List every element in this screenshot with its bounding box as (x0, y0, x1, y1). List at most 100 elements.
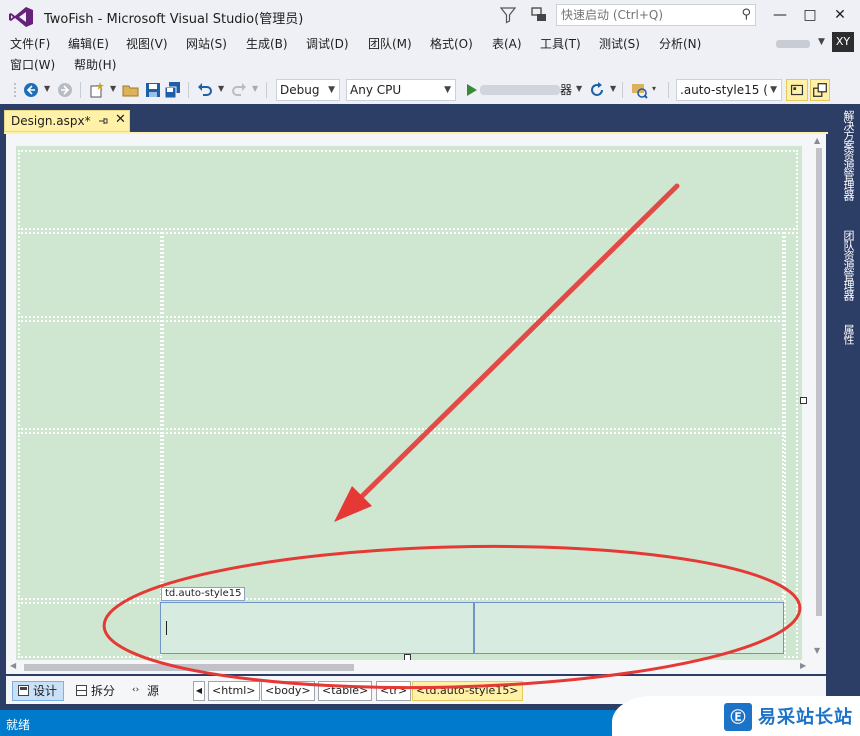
tab-design-aspx[interactable]: Design.aspx* ✕ (4, 110, 130, 132)
browser-link-icon[interactable] (630, 81, 648, 99)
back-dropdown-chevron-icon[interactable]: ▼ (44, 84, 50, 93)
scroll-up-arrow-icon[interactable]: ▲ (814, 136, 820, 145)
show-overlay-icon[interactable] (786, 79, 808, 101)
watermark-text: 易采站长站 (758, 707, 853, 728)
menu-file[interactable]: 文件(F) (10, 35, 50, 52)
vertical-scroll-thumb[interactable] (816, 148, 822, 616)
toolbar-separator (80, 82, 81, 98)
target-rule-select[interactable]: .auto-style15 (  ▼ (676, 79, 782, 101)
toolbar-separator (266, 82, 267, 98)
breadcrumb-item-table[interactable]: <table> (318, 681, 373, 701)
table-cell[interactable] (162, 432, 784, 600)
new-dropdown-chevron-icon[interactable]: ▼ (110, 84, 116, 93)
menu-build[interactable]: 生成(B) (246, 35, 288, 52)
new-project-icon[interactable] (88, 81, 106, 99)
menu-team[interactable]: 团队(M) (368, 35, 412, 52)
solution-configuration-select[interactable]: Debug ▼ (276, 79, 340, 101)
design-view-button[interactable]: 设计 (12, 681, 65, 701)
selected-cell-tag: td.auto-style15 (161, 587, 246, 601)
tab-team-explorer[interactable]: 团队资源管理器 (836, 230, 856, 300)
toolbar-separator (622, 82, 623, 98)
source-view-button[interactable]: ‹› 源 (126, 681, 166, 701)
table-cell[interactable] (18, 602, 162, 658)
breadcrumb-item-td-current[interactable]: <td.auto-style15> (412, 681, 523, 701)
table-cell[interactable] (18, 232, 162, 318)
scroll-right-arrow-icon[interactable]: ▶ (800, 661, 806, 670)
toolbar-separator (188, 82, 189, 98)
navigate-back-icon[interactable] (22, 81, 40, 99)
breadcrumb-left-arrow-icon[interactable]: ◀ (193, 681, 205, 701)
target-rule-value: .auto-style15 (  (680, 83, 776, 97)
pin-icon[interactable] (97, 115, 109, 127)
split-view-button[interactable]: 拆分 (70, 681, 122, 701)
menu-tools[interactable]: 工具(T) (540, 35, 581, 52)
menu-help[interactable]: 帮助(H) (74, 56, 116, 73)
visual-studio-logo-icon (9, 7, 33, 27)
redo-icon[interactable] (230, 81, 248, 99)
menu-analyze[interactable]: 分析(N) (659, 35, 701, 52)
refresh-dropdown-chevron-icon[interactable]: ▼ (610, 84, 616, 93)
menu-view[interactable]: 视图(V) (126, 35, 168, 52)
split-view-icon (76, 685, 87, 696)
menu-debug[interactable]: 调试(D) (306, 35, 349, 52)
undo-dropdown-chevron-icon[interactable]: ▼ (218, 84, 224, 93)
redo-dropdown-chevron-icon[interactable]: ▼ (252, 84, 258, 93)
status-text: 就绪 (6, 718, 31, 732)
feedback-icon[interactable] (530, 6, 548, 24)
avatar[interactable]: XY (832, 32, 854, 52)
tab-solution-explorer[interactable]: 解决方案资源管理器 (836, 110, 856, 200)
close-button[interactable]: ✕ (826, 4, 854, 26)
menu-bar: 文件(F) 编辑(E) 视图(V) 网站(S) 生成(B) 调试(D) 团队(M… (0, 32, 860, 76)
save-icon[interactable] (144, 81, 162, 99)
breadcrumb-item-tr[interactable]: <tr> (376, 681, 412, 701)
menu-test[interactable]: 测试(S) (599, 35, 640, 52)
start-debugging-icon[interactable] (463, 81, 481, 99)
horizontal-scroll-thumb[interactable] (24, 664, 354, 671)
scroll-down-arrow-icon[interactable]: ▼ (814, 646, 820, 655)
table-cell[interactable] (18, 320, 162, 430)
notification-filter-icon[interactable] (500, 6, 516, 24)
breadcrumb-item-html[interactable]: <html> (208, 681, 260, 701)
quick-launch-input[interactable] (557, 5, 729, 25)
refresh-icon[interactable] (588, 81, 606, 99)
position-element-icon[interactable] (810, 79, 830, 101)
menu-window[interactable]: 窗口(W) (10, 56, 55, 73)
close-tab-icon[interactable]: ✕ (115, 112, 126, 127)
undo-icon[interactable] (196, 81, 214, 99)
standard-toolbar: ▼ ▼ ▼ ▼ Debug ▼ Any CPU ▼ 器 ▼ ▼ ▾ .auto-… (0, 76, 860, 104)
table-cell[interactable] (474, 602, 784, 654)
account-chevron-down-icon[interactable]: ▼ (818, 37, 825, 47)
open-folder-icon[interactable] (122, 81, 140, 99)
save-all-icon[interactable] (164, 81, 182, 99)
breadcrumb-item-body[interactable]: <body> (261, 681, 315, 701)
run-dropdown-chevron-icon[interactable]: ▼ (576, 84, 582, 93)
menu-table[interactable]: 表(A) (492, 35, 522, 52)
table-cell[interactable] (18, 432, 162, 600)
table-cell[interactable] (162, 232, 784, 318)
minimize-button[interactable]: — (766, 4, 794, 26)
title-bar: TwoFish - Microsoft Visual Studio(管理员) ⚲… (0, 0, 860, 32)
scroll-left-arrow-icon[interactable]: ◀ (10, 661, 16, 670)
text-cursor (166, 621, 167, 635)
table-cell[interactable] (18, 150, 798, 230)
menu-website[interactable]: 网站(S) (186, 35, 227, 52)
solution-platform-select[interactable]: Any CPU ▼ (346, 79, 456, 101)
restore-button[interactable]: □ (796, 4, 824, 26)
browser-link-chevron-icon[interactable]: ▾ (652, 84, 656, 93)
resize-handle-right[interactable] (800, 397, 807, 404)
table-cell[interactable] (784, 232, 798, 658)
table-cell[interactable] (162, 320, 784, 430)
window-title: TwoFish - Microsoft Visual Studio(管理员) (44, 12, 304, 27)
selected-table-cell[interactable] (160, 602, 474, 654)
menu-format[interactable]: 格式(O) (430, 35, 473, 52)
navigate-forward-icon[interactable] (56, 81, 74, 99)
run-target-label[interactable]: 器 (560, 81, 572, 98)
watermark-logo-icon: Ⓔ (724, 703, 752, 731)
design-view-label: 设计 (33, 684, 58, 698)
quick-launch-box[interactable]: ⚲ (556, 4, 756, 26)
search-icon[interactable]: ⚲ (741, 7, 751, 22)
menu-edit[interactable]: 编辑(E) (68, 35, 109, 52)
tab-properties[interactable]: 属性 (836, 324, 856, 344)
user-name-redacted (776, 40, 810, 48)
split-view-label: 拆分 (91, 684, 116, 698)
